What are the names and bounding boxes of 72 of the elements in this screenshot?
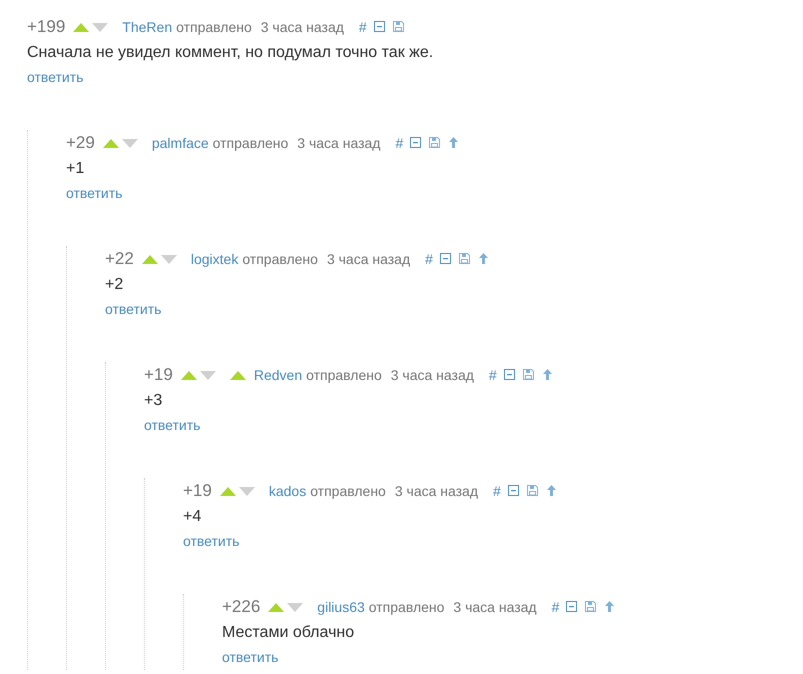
comment-link[interactable]: #: [395, 135, 404, 151]
save-icon[interactable]: [429, 137, 440, 148]
upvote-icon[interactable]: [268, 602, 284, 612]
up-arrow-icon[interactable]: [542, 369, 553, 380]
author-link[interactable]: kados: [268, 483, 306, 499]
reply-link[interactable]: ответить: [144, 413, 200, 438]
comment-text: +4: [183, 507, 202, 527]
reply-link[interactable]: ответить: [66, 181, 122, 206]
author-link[interactable]: logixtek: [190, 251, 238, 267]
save-icon[interactable]: [458, 253, 470, 264]
sent-label: отправлено: [242, 251, 318, 267]
comment-time: 3 часа назад: [260, 19, 344, 35]
comment-link[interactable]: #: [552, 599, 560, 615]
comment-text: +1: [66, 159, 86, 179]
downvote-icon[interactable]: [122, 139, 138, 148]
save-icon[interactable]: [585, 601, 596, 612]
comment-rating: +22: [105, 249, 134, 269]
sent-label: отправлено: [306, 367, 382, 383]
comment-rating: +19: [144, 365, 173, 385]
comment-text: Сначала не увидел коммент, но подумал точно так же.: [27, 43, 434, 63]
up-arrow-icon[interactable]: [478, 253, 489, 264]
comment-time: 3 часа назад: [390, 367, 474, 383]
collapse-icon[interactable]: [410, 137, 422, 148]
comment-link[interactable]: #: [493, 483, 501, 499]
sent-label: отправлено: [310, 483, 386, 499]
save-icon[interactable]: [522, 369, 534, 380]
collapse-icon[interactable]: [508, 485, 519, 496]
sent-label: отправлено: [212, 135, 288, 151]
author-link[interactable]: TheRen: [122, 19, 172, 35]
comment-time: 3 часа назад: [326, 251, 410, 267]
comment-text: +3: [144, 391, 164, 411]
comment-rating: +199: [27, 17, 66, 37]
author-link[interactable]: gilius63: [317, 599, 365, 615]
downvote-icon[interactable]: [92, 23, 108, 32]
comment-link[interactable]: #: [358, 19, 367, 35]
collapse-icon[interactable]: [440, 253, 451, 264]
upvote-icon[interactable]: [180, 370, 197, 380]
downvote-icon[interactable]: [160, 255, 177, 264]
reply-link[interactable]: ответить: [27, 65, 84, 90]
upvote-icon[interactable]: [102, 138, 119, 148]
collapse-icon[interactable]: [504, 369, 515, 380]
save-icon[interactable]: [526, 485, 538, 496]
comment-text: Местами облачно: [222, 623, 356, 643]
reply-link[interactable]: ответить: [183, 529, 240, 554]
downvote-icon[interactable]: [238, 487, 255, 496]
comment-rating: +19: [183, 481, 212, 501]
comment-rating: +29: [66, 133, 95, 153]
upvote-icon[interactable]: [73, 22, 90, 32]
author-link[interactable]: Redven: [254, 367, 302, 383]
parent-comment-icon[interactable]: [230, 371, 246, 380]
comment-time: 3 часа назад: [297, 135, 380, 151]
upvote-icon[interactable]: [220, 486, 236, 496]
sent-label: отправлено: [176, 19, 252, 35]
comment-text: +2: [105, 275, 124, 295]
comment-link[interactable]: #: [488, 367, 497, 383]
collapse-icon[interactable]: [374, 21, 385, 32]
save-icon[interactable]: [392, 21, 404, 32]
reply-link[interactable]: ответить: [222, 645, 278, 670]
comment-time: 3 часа назад: [394, 483, 478, 499]
up-arrow-icon[interactable]: [604, 601, 616, 612]
sent-label: отправлено: [368, 599, 444, 615]
downvote-icon[interactable]: [200, 371, 216, 380]
comment-link[interactable]: #: [425, 251, 433, 267]
collapse-icon[interactable]: [566, 601, 578, 612]
author-link[interactable]: palmface: [152, 135, 209, 151]
downvote-icon[interactable]: [287, 603, 304, 612]
comment-time: 3 часа назад: [453, 599, 537, 615]
up-arrow-icon[interactable]: [546, 485, 557, 496]
comment-rating: +226: [222, 597, 260, 617]
up-arrow-icon[interactable]: [448, 137, 460, 148]
upvote-icon[interactable]: [142, 254, 158, 264]
reply-link[interactable]: ответить: [105, 297, 162, 322]
